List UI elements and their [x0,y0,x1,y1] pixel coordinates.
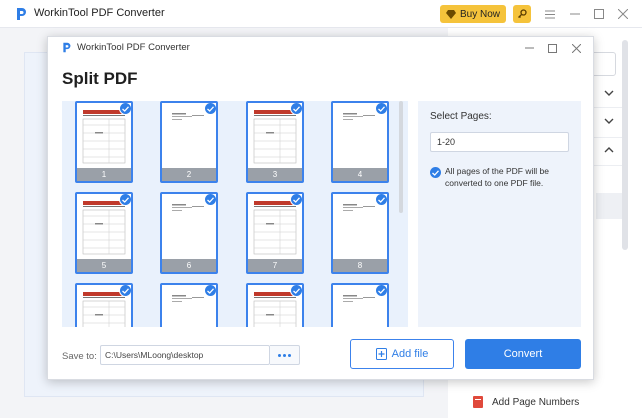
split-pdf-dialog: WorkinTool PDF Converter Split PDF 12345… [47,36,594,380]
pdf-file-icon [473,396,483,408]
buy-now-label: Buy Now [459,8,500,20]
page-selected-check-icon[interactable] [290,194,302,206]
page-thumbnail[interactable]: 1 [75,101,133,183]
page-thumbnail[interactable]: 4 [331,101,389,183]
main-maximize-icon[interactable] [592,7,606,21]
main-close-icon[interactable] [616,7,630,21]
page-selected-check-icon[interactable] [375,103,387,115]
add-file-icon [375,348,387,360]
page-thumbnail-grid: 123456789101112 [62,101,408,327]
chevron-down-icon[interactable] [602,86,616,100]
app-logo-icon [63,42,71,53]
dialog-minimize-icon[interactable] [522,41,536,55]
tool-list-scrollbar[interactable] [622,40,628,250]
page-selected-check-icon[interactable] [290,103,302,115]
page-number-label: 6 [162,259,216,272]
save-to-label: Save to: [62,351,97,362]
page-number-label: 2 [162,168,216,181]
page-thumbnail[interactable]: 2 [160,101,218,183]
page-preview [252,198,298,258]
chevron-down-icon[interactable] [602,114,616,128]
page-number-label: 7 [248,259,302,272]
page-selected-check-icon[interactable] [204,285,216,297]
page-thumbnail[interactable]: 8 [331,192,389,274]
add-file-label: Add file [391,348,429,360]
page-thumbnail[interactable]: 3 [246,101,304,183]
page-thumbnail[interactable]: 10 [160,283,218,327]
page-thumbnail[interactable]: 12 [331,283,389,327]
activation-key-button[interactable] [513,5,531,23]
dialog-maximize-icon[interactable] [545,41,559,55]
page-number-label: 4 [333,168,387,181]
select-pages-label: Select Pages: [430,111,492,122]
main-minimize-icon[interactable] [568,7,582,21]
main-titlebar: WorkinTool PDF Converter Buy Now [0,0,642,28]
dialog-heading: Split PDF [62,69,138,88]
page-preview [337,107,383,167]
page-number-label: 5 [77,259,131,272]
page-preview [252,107,298,167]
page-selected-check-icon[interactable] [375,285,387,297]
page-preview [166,107,212,167]
page-number-label: 3 [248,168,302,181]
main-window-title: WorkinTool PDF Converter [34,7,165,19]
dialog-titlebar: WorkinTool PDF Converter [48,37,595,59]
tool-item-label: Add Page Numbers [492,396,580,408]
page-number-label: 1 [77,168,131,181]
main-menu-icon[interactable] [543,7,557,21]
page-thumbnail[interactable]: 7 [246,192,304,274]
merge-check-icon[interactable] [430,167,441,178]
page-options-panel: Select Pages: All pages of the PDF will … [418,101,581,327]
page-preview [81,107,127,167]
page-selected-check-icon[interactable] [119,103,131,115]
page-selected-check-icon[interactable] [375,194,387,206]
chevron-up-icon[interactable] [602,143,616,157]
page-thumbnail[interactable]: 9 [75,283,133,327]
dialog-close-icon[interactable] [569,41,583,55]
save-path-input[interactable] [100,345,270,365]
page-selected-check-icon[interactable] [119,285,131,297]
merge-option-label: All pages of the PDF will be converted t… [445,166,549,188]
convert-button[interactable]: Convert [465,339,581,369]
page-thumbnail[interactable]: 5 [75,192,133,274]
page-range-input[interactable] [430,132,569,152]
diamond-icon [445,9,456,19]
thumbnail-scrollbar[interactable] [399,101,403,213]
page-number-label: 8 [333,259,387,272]
dialog-title: WorkinTool PDF Converter [77,42,190,53]
tool-item-add-page-numbers[interactable]: Add Page Numbers [472,396,579,408]
page-preview [166,198,212,258]
key-icon [518,9,527,18]
page-selected-check-icon[interactable] [204,103,216,115]
browse-folder-button[interactable] [270,345,300,365]
add-file-button[interactable]: Add file [350,339,454,369]
page-selected-check-icon[interactable] [119,194,131,206]
page-preview [81,198,127,258]
page-preview [337,198,383,258]
page-selected-check-icon[interactable] [290,285,302,297]
page-selected-check-icon[interactable] [204,194,216,206]
page-thumbnail[interactable]: 11 [246,283,304,327]
page-thumbnail[interactable]: 6 [160,192,218,274]
app-logo-icon [17,8,26,20]
buy-now-button[interactable]: Buy Now [440,5,506,23]
